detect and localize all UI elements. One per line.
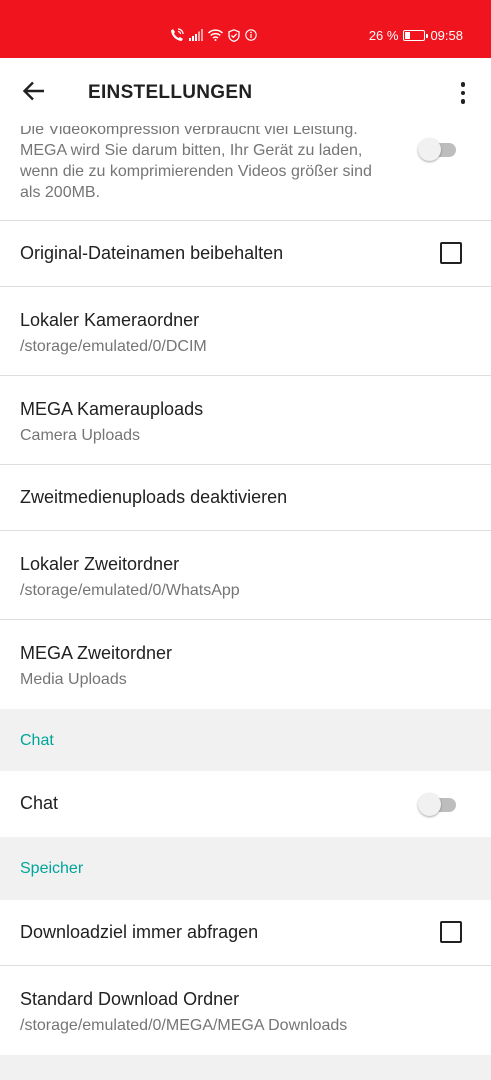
chat-item[interactable]: Chat xyxy=(0,771,491,837)
keep-filenames-item[interactable]: Original-Dateinamen beibehalten xyxy=(0,221,491,287)
mega-secondary-folder-label: MEGA Zweitordner xyxy=(20,643,173,663)
mega-secondary-folder-item[interactable]: MEGA Zweitordner Media Uploads xyxy=(0,620,491,709)
local-secondary-folder-item[interactable]: Lokaler Zweitordner /storage/emulated/0/… xyxy=(0,531,491,620)
section-header-next xyxy=(0,1055,491,1080)
ask-download-location-item[interactable]: Downloadziel immer abfragen xyxy=(0,900,491,966)
keep-filenames-checkbox[interactable] xyxy=(440,242,462,264)
local-camera-folder-path: /storage/emulated/0/DCIM xyxy=(20,338,207,355)
wifi-icon xyxy=(208,29,223,41)
settings-list[interactable]: Die Videokompression verbraucht viel Lei… xyxy=(0,126,491,1080)
chat-label: Chat xyxy=(20,793,59,813)
battery-percent: 26 % xyxy=(368,28,399,43)
local-secondary-folder-path: /storage/emulated/0/WhatsApp xyxy=(20,582,240,599)
local-camera-folder-label: Lokaler Kameraordner xyxy=(20,310,200,330)
section-header-storage: Speicher xyxy=(0,837,491,900)
section-header-chat: Chat xyxy=(0,709,491,771)
mega-camera-uploads-label: MEGA Kamerauploads xyxy=(20,399,204,419)
signal-icon xyxy=(189,29,203,41)
disable-secondary-uploads-label: Zweitmedienuploads deaktivieren xyxy=(20,487,288,507)
ask-download-location-checkbox[interactable] xyxy=(440,921,462,943)
section-title-chat: Chat xyxy=(20,732,54,749)
keep-filenames-label: Original-Dateinamen beibehalten xyxy=(20,243,284,263)
status-right: 26 % 09:58 xyxy=(369,28,463,43)
status-icons xyxy=(170,28,257,42)
arrow-back-icon xyxy=(22,80,46,107)
section-title-storage: Speicher xyxy=(20,860,84,877)
video-compression-description: Die Videokompression verbraucht viel Lei… xyxy=(20,126,372,201)
video-compression-switch[interactable] xyxy=(418,137,458,161)
back-button[interactable] xyxy=(18,78,50,108)
clock: 09:58 xyxy=(430,28,463,43)
default-download-folder-path: /storage/emulated/0/MEGA/MEGA Downloads xyxy=(20,1017,348,1034)
video-compression-item[interactable]: Die Videokompression verbraucht viel Lei… xyxy=(0,126,491,221)
default-download-folder-item[interactable]: Standard Download Ordner /storage/emulat… xyxy=(0,966,491,1055)
vpn-shield-icon xyxy=(228,28,240,42)
chat-switch[interactable] xyxy=(418,792,458,816)
mega-camera-uploads-item[interactable]: MEGA Kamerauploads Camera Uploads xyxy=(0,376,491,465)
battery-icon xyxy=(403,30,429,41)
info-circle-icon xyxy=(245,29,257,41)
default-download-folder-label: Standard Download Ordner xyxy=(20,989,240,1009)
battery-level xyxy=(405,32,411,39)
local-camera-folder-item[interactable]: Lokaler Kameraordner /storage/emulated/0… xyxy=(0,287,491,376)
ask-download-location-label: Downloadziel immer abfragen xyxy=(20,922,259,942)
local-secondary-folder-label: Lokaler Zweitordner xyxy=(20,554,180,574)
status-bar: 26 % 09:58 xyxy=(0,0,491,58)
more-vert-icon xyxy=(460,82,466,87)
wifi-call-icon xyxy=(170,28,184,42)
toolbar: EINSTELLUNGEN xyxy=(0,58,491,126)
disable-secondary-uploads-item[interactable]: Zweitmedienuploads deaktivieren xyxy=(0,465,491,531)
page-title: EINSTELLUNGEN xyxy=(88,82,253,103)
mega-secondary-folder-name: Media Uploads xyxy=(20,671,127,688)
mega-camera-uploads-folder: Camera Uploads xyxy=(20,427,141,444)
overflow-menu-button[interactable] xyxy=(451,78,475,108)
